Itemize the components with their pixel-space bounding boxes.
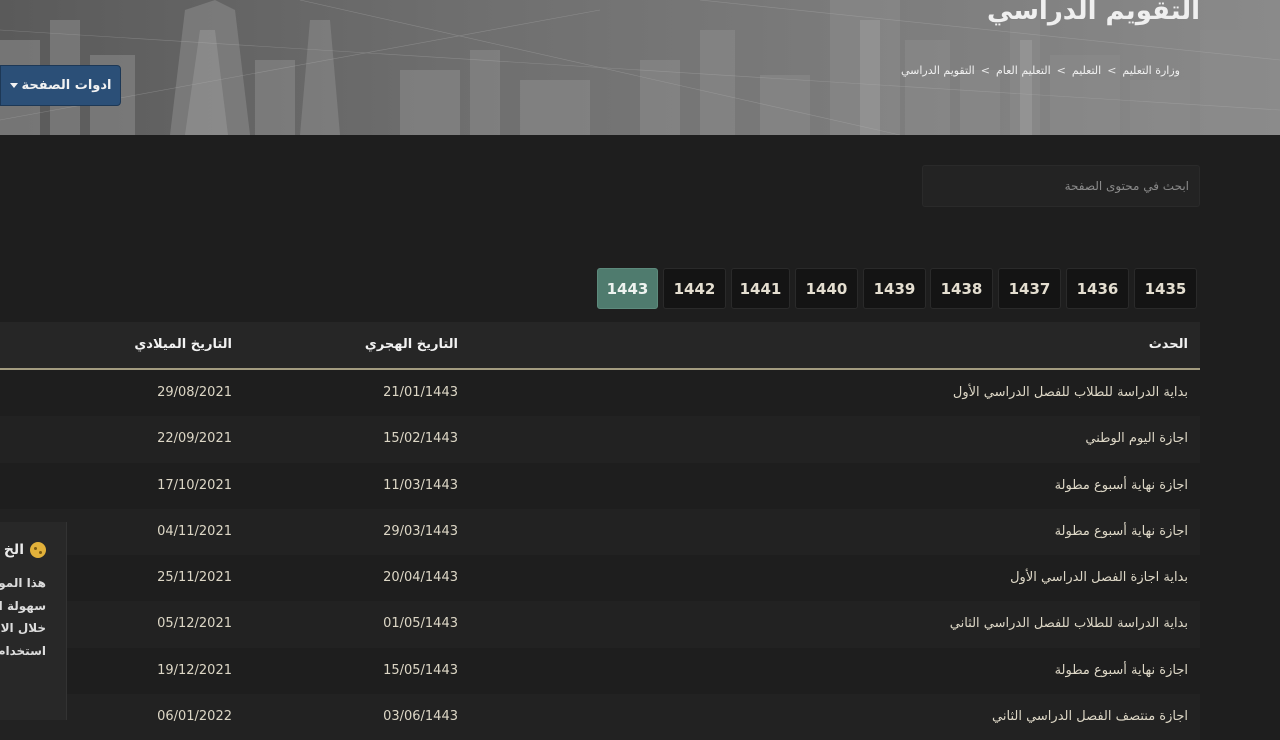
year-tab-1443[interactable]: 1443	[597, 268, 658, 309]
table-row: اجازة منتصف الفصل الدراسي الثاني 03/06/1…	[0, 694, 1200, 740]
cookie-text-line: استخدام	[0, 643, 46, 658]
event-cell: بداية الدراسة للطلاب للفصل الدراسي الأول	[952, 385, 1188, 400]
table-row: اجازة نهاية أسبوع مطولة 29/03/1443 04/11…	[0, 508, 1200, 556]
year-tab-1435[interactable]: 1435	[1134, 268, 1197, 309]
header-event: الحدث	[1148, 337, 1188, 352]
gregorian-date-cell: 05/12/2021	[157, 616, 232, 632]
gregorian-date-cell: 25/11/2021	[157, 570, 232, 586]
year-tab-1436[interactable]: 1436	[1066, 268, 1129, 309]
hijri-date-cell: 20/04/1443	[383, 570, 458, 586]
table-row: اجازة اليوم الوطني 15/02/1443 22/09/2021	[0, 416, 1200, 463]
gregorian-date-cell: 29/08/2021	[157, 385, 232, 400]
cookie-panel-heading: الخ	[0, 542, 46, 558]
event-cell: اجازة نهاية أسبوع مطولة	[1054, 662, 1188, 678]
cookie-icon	[30, 542, 46, 558]
search-input[interactable]	[923, 166, 1199, 206]
gregorian-date-cell: 19/12/2021	[157, 662, 232, 678]
cookie-panel-title: الخ	[3, 542, 24, 558]
year-tab-1442[interactable]: 1442	[663, 268, 726, 309]
hijri-date-cell: 15/05/1443	[383, 662, 458, 678]
table-row: اجازة نهاية أسبوع مطولة 15/05/1443 19/12…	[0, 647, 1200, 695]
header-gregorian-date: التاريخ الميلادي	[134, 337, 232, 352]
event-cell: اجازة نهاية أسبوع مطولة	[1054, 477, 1188, 493]
hijri-date-cell: 15/02/1443	[383, 431, 458, 447]
breadcrumb-item-ministry[interactable]: وزارة التعليم	[1122, 64, 1180, 77]
breadcrumb-separator: >	[1107, 64, 1117, 77]
hijri-date-cell: 21/01/1443	[383, 385, 458, 400]
year-tab-1437[interactable]: 1437	[998, 268, 1061, 309]
breadcrumb-item-current: التقويم الدراسي	[900, 64, 975, 77]
cookie-consent-panel: الخ هذا المو سهولة ا خلال الا استخدام	[0, 522, 67, 720]
header-hijri-date: التاريخ الهجري	[364, 337, 458, 352]
table-row: اجازة نهاية أسبوع مطولة 11/03/1443 17/10…	[0, 462, 1200, 509]
year-tab-1441[interactable]: 1441	[731, 268, 790, 309]
page-tools-label: ادوات الصفحة	[21, 78, 112, 93]
cookie-text-line: هذا المو	[0, 576, 46, 590]
table-body: بداية الدراسة للطلاب للفصل الدراسي الأول…	[0, 370, 1200, 740]
table-row: بداية الدراسة للطلاب للفصل الدراسي الأول…	[0, 370, 1200, 417]
hijri-date-cell: 03/06/1443	[383, 709, 458, 725]
event-cell: اجازة نهاية أسبوع مطولة	[1054, 523, 1188, 539]
table-row: بداية اجازة الفصل الدراسي الأول 20/04/14…	[0, 555, 1200, 602]
hijri-date-cell: 29/03/1443	[383, 523, 458, 539]
gregorian-date-cell: 06/01/2022	[157, 709, 232, 725]
cookie-text-line: سهولة ا	[0, 598, 46, 613]
cookie-panel-text: هذا المو سهولة ا خلال الا استخدام	[0, 572, 46, 662]
gregorian-date-cell: 04/11/2021	[157, 523, 232, 539]
calendar-table: الحدث التاريخ الهجري التاريخ الميلادي بد…	[0, 322, 1200, 740]
breadcrumb-separator: >	[1056, 64, 1066, 77]
year-tab-1440[interactable]: 1440	[795, 268, 858, 309]
gregorian-date-cell: 17/10/2021	[157, 477, 232, 493]
event-cell: بداية الدراسة للطلاب للفصل الدراسي الثان…	[949, 616, 1188, 632]
breadcrumb: وزارة التعليم > التعليم > التعليم العام …	[901, 64, 1180, 77]
cookie-text-line: خلال الا	[0, 621, 46, 635]
event-cell: بداية اجازة الفصل الدراسي الأول	[1010, 570, 1188, 586]
caret-down-icon	[9, 83, 18, 88]
cookie-panel-content: الخ هذا المو سهولة ا خلال الا استخدام	[0, 542, 46, 662]
year-tab-1439[interactable]: 1439	[863, 268, 926, 309]
year-tab-1438[interactable]: 1438	[930, 268, 993, 309]
page-tools-button[interactable]: ادوات الصفحة	[0, 65, 121, 106]
breadcrumb-item-general-education[interactable]: التعليم العام	[996, 64, 1051, 77]
header-banner: التقويم الدراسي وزارة التعليم > التعليم …	[0, 0, 1280, 135]
event-cell: اجازة منتصف الفصل الدراسي الثاني	[992, 709, 1188, 725]
event-cell: اجازة اليوم الوطني	[1085, 431, 1188, 447]
hijri-date-cell: 01/05/1443	[383, 616, 458, 632]
table-header: الحدث التاريخ الهجري التاريخ الميلادي	[0, 322, 1200, 370]
hijri-date-cell: 11/03/1443	[383, 477, 458, 493]
table-row: بداية الدراسة للطلاب للفصل الدراسي الثان…	[0, 601, 1200, 648]
breadcrumb-separator: >	[980, 64, 990, 77]
breadcrumb-item-education[interactable]: التعليم	[1072, 64, 1101, 77]
page-title: التقويم الدراسي	[987, 0, 1200, 26]
gregorian-date-cell: 22/09/2021	[157, 431, 232, 447]
search-box	[922, 165, 1200, 207]
